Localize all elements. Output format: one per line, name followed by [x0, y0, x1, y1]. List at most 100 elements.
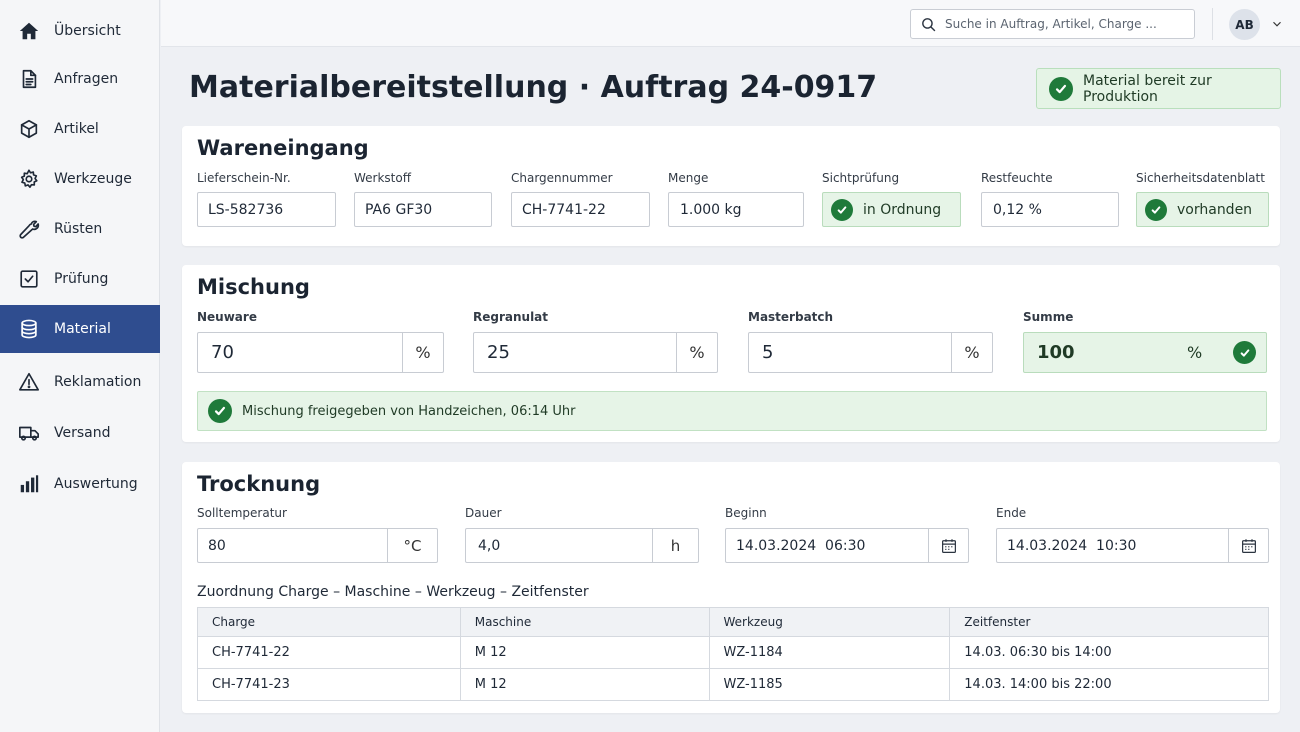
- table-cell: 14.03. 14:00 bis 22:00: [949, 668, 1269, 701]
- database-icon: [18, 318, 40, 340]
- neuware-input[interactable]: 70 %: [197, 332, 444, 373]
- search-input[interactable]: [945, 17, 1175, 31]
- field-label: Masterbatch: [748, 310, 834, 324]
- sidebar-item-anfragen[interactable]: Anfragen: [0, 55, 160, 103]
- sidebar-item-reklamation[interactable]: Reklamation: [0, 358, 160, 406]
- field-label: Solltemperatur: [197, 506, 287, 520]
- field-value: 4,0: [478, 537, 501, 554]
- column-header: Maschine: [459, 607, 710, 637]
- field-label: Sichtprüfung: [822, 171, 900, 185]
- field-value: LS-582736: [208, 201, 284, 218]
- field-value: 1.000 kg: [680, 201, 742, 218]
- sidebar-item-label: Übersicht: [54, 23, 121, 39]
- sidebar-item-pruefung[interactable]: Prüfung: [0, 255, 160, 303]
- table-cell: M 12: [459, 668, 710, 701]
- table-cell: CH-7741-22: [197, 636, 461, 669]
- sidebar-item-werkzeuge[interactable]: Werkzeuge: [0, 155, 160, 203]
- regranulat-input[interactable]: 25 %: [473, 332, 718, 373]
- sichtpruefung-field[interactable]: in Ordnung: [822, 192, 961, 227]
- sidebar-item-uebersicht[interactable]: Übersicht: [0, 7, 160, 55]
- field-value: CH-7741-22: [522, 201, 606, 218]
- field-label: Beginn: [725, 506, 767, 520]
- lieferschein-field[interactable]: LS-582736: [197, 192, 336, 227]
- field-value: 14.03.2024 10:30: [1007, 537, 1137, 554]
- field-label: Werkstoff: [354, 171, 411, 185]
- field-label: Neuware: [197, 310, 257, 324]
- sidebar-item-label: Rüsten: [54, 221, 103, 237]
- sidebar-item-label: Versand: [54, 425, 111, 441]
- chargennummer-field[interactable]: CH-7741-22: [511, 192, 650, 227]
- field-value: PA6 GF30: [365, 201, 433, 218]
- column-header: Charge: [197, 607, 461, 637]
- document-icon: [18, 68, 40, 90]
- sidebar-item-versand[interactable]: Versand: [0, 409, 160, 457]
- truck-icon: [18, 422, 40, 444]
- status-text: Material bereit zur Produktion: [1083, 72, 1212, 105]
- field-label: Sicherheitsdatenblatt: [1136, 171, 1265, 185]
- trocknung-card: Trocknung Solltemperatur 80 °C Dauer 4,0…: [182, 462, 1280, 713]
- table-cell: WZ-1184: [708, 636, 951, 669]
- table-cell: 14.03. 06:30 bis 14:00: [949, 636, 1269, 669]
- table-row[interactable]: CH-7741-23 M 12 WZ-1185 14.03. 14:00 bis…: [197, 668, 1269, 701]
- beginn-datetime-input[interactable]: 14.03.2024 06:30: [725, 528, 969, 563]
- field-value: vorhanden: [1177, 201, 1253, 218]
- summe-field: 100 %: [1023, 332, 1267, 373]
- dauer-input[interactable]: 4,0 h: [465, 528, 699, 563]
- sidebar: Übersicht Anfragen Artikel Werkzeuge Rüs…: [0, 0, 160, 732]
- sicherheitsdatenblatt-field[interactable]: vorhanden: [1136, 192, 1269, 227]
- calendar-icon[interactable]: [1228, 529, 1268, 562]
- field-value: 5: [762, 342, 774, 363]
- check-circle-icon: [208, 399, 232, 423]
- field-label: Chargennummer: [511, 171, 613, 185]
- table-cell: CH-7741-23: [197, 668, 461, 701]
- field-value: 25: [487, 342, 510, 363]
- gear-icon: [18, 168, 40, 190]
- box-icon: [18, 118, 40, 140]
- masterbatch-input[interactable]: 5 %: [748, 332, 993, 373]
- table-row[interactable]: CH-7741-22 M 12 WZ-1184 14.03. 06:30 bis…: [197, 636, 1269, 669]
- menge-field[interactable]: 1.000 kg: [668, 192, 804, 227]
- unit-label: °C: [387, 529, 437, 562]
- field-value: 80: [208, 537, 226, 554]
- section-title: Mischung: [197, 275, 310, 299]
- field-label: Lieferschein-Nr.: [197, 171, 291, 185]
- table-title: Zuordnung Charge – Maschine – Werkzeug –…: [197, 584, 589, 600]
- field-label: Summe: [1023, 310, 1074, 324]
- calendar-icon[interactable]: [928, 529, 968, 562]
- wrench-icon: [18, 218, 40, 240]
- field-label: Ende: [996, 506, 1027, 520]
- search-box[interactable]: [910, 9, 1195, 39]
- check-circle-icon: [831, 198, 853, 221]
- field-value: 100: [1037, 342, 1075, 363]
- sidebar-item-label: Werkzeuge: [54, 171, 132, 187]
- unit-label: %: [402, 333, 443, 372]
- sidebar-item-auswertung[interactable]: Auswertung: [0, 460, 160, 508]
- sidebar-item-ruesten[interactable]: Rüsten: [0, 205, 160, 253]
- restfeuchte-field[interactable]: 0,12 %: [981, 192, 1119, 227]
- topbar-divider: [1212, 8, 1213, 40]
- warning-icon: [18, 371, 40, 393]
- table-cell: M 12: [459, 636, 710, 669]
- bar-chart-icon: [18, 473, 40, 495]
- sidebar-item-material[interactable]: Material: [0, 305, 160, 353]
- sidebar-item-label: Anfragen: [54, 71, 119, 87]
- unit-label: h: [652, 529, 698, 562]
- field-value: 70: [211, 342, 234, 363]
- sidebar-item-artikel[interactable]: Artikel: [0, 105, 160, 153]
- home-icon: [18, 20, 40, 42]
- sidebar-item-label: Artikel: [54, 121, 99, 137]
- ende-datetime-input[interactable]: 14.03.2024 10:30: [996, 528, 1269, 563]
- field-label: Dauer: [465, 506, 502, 520]
- chevron-down-icon[interactable]: [1270, 16, 1284, 30]
- search-icon: [922, 17, 936, 31]
- approval-banner: Mischung freigegeben von Handzeichen, 06…: [197, 391, 1267, 431]
- solltemperatur-input[interactable]: 80 °C: [197, 528, 438, 563]
- unit-label: %: [676, 333, 717, 372]
- avatar[interactable]: AB: [1229, 9, 1260, 40]
- field-label: Regranulat: [473, 310, 549, 324]
- assignment-table: Charge Maschine Werkzeug Zeitfenster CH-…: [197, 607, 1269, 701]
- werkstoff-field[interactable]: PA6 GF30: [354, 192, 492, 227]
- page-title: Materialbereitstellung · Auftrag 24-0917: [189, 70, 878, 105]
- column-header: Werkzeug: [708, 607, 951, 637]
- banner-text: Mischung freigegeben von Handzeichen, 06…: [242, 403, 576, 419]
